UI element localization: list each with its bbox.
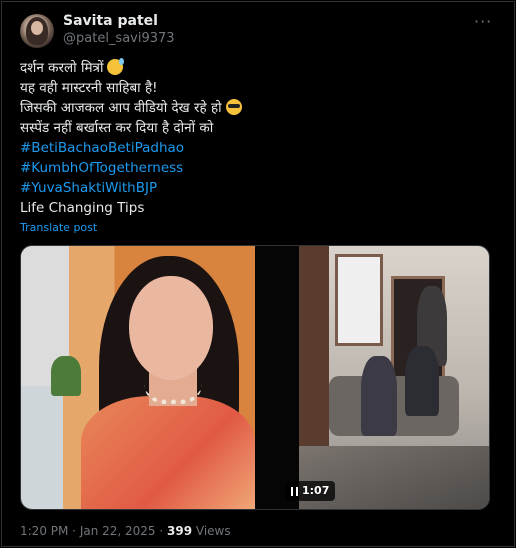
sweat-smile-icon <box>107 58 125 75</box>
post-time[interactable]: 1:20 PM <box>20 524 68 538</box>
translate-post-link[interactable]: Translate post <box>20 221 97 234</box>
author-avatar[interactable] <box>20 14 54 48</box>
post-line-4: सस्पेंड नहीं बर्खास्त कर दिया है दोनों क… <box>20 120 214 136</box>
post-text: दर्शन करलो मित्रों यह वही मास्टरनी साहिब… <box>20 58 490 218</box>
video-player[interactable]: 1:07 <box>20 245 490 510</box>
more-options-icon[interactable]: ··· <box>474 12 492 31</box>
view-count: 399 <box>167 524 193 538</box>
meta-separator: · <box>68 524 80 538</box>
post-date[interactable]: Jan 22, 2025 <box>80 524 156 538</box>
post-line-2: यह वही मास्टरनी साहिबा है! <box>20 80 158 96</box>
hashtag-link[interactable]: #YuvaShaktiWithBJP <box>20 180 157 196</box>
author-handle[interactable]: @patel_savi9373 <box>63 31 175 46</box>
video-divider <box>255 246 299 509</box>
video-thumbnail-room <box>299 246 489 509</box>
hashtag-link[interactable]: #KumbhOfTogetherness <box>20 160 183 176</box>
pause-icon[interactable] <box>291 486 298 496</box>
post-closing-line: Life Changing Tips <box>20 200 145 216</box>
hashtag-link[interactable]: #BetiBachaoBetiPadhao <box>20 140 184 156</box>
post-line-3: जिसकी आजकल आप वीडियो देख रहे हो <box>20 100 222 116</box>
post-line-1: दर्शन करलो मित्रों <box>20 60 104 76</box>
post-metadata: 1:20 PM · Jan 22, 2025 · 399 Views <box>20 524 231 538</box>
video-duration-badge[interactable]: 1:07 <box>285 481 336 501</box>
video-duration: 1:07 <box>302 484 330 497</box>
views-label: Views <box>192 524 231 538</box>
sunglasses-face-icon <box>225 99 242 115</box>
author-name[interactable]: Savita patel <box>63 13 158 29</box>
meta-separator: · <box>155 524 168 538</box>
video-thumbnail-portrait <box>21 246 255 509</box>
